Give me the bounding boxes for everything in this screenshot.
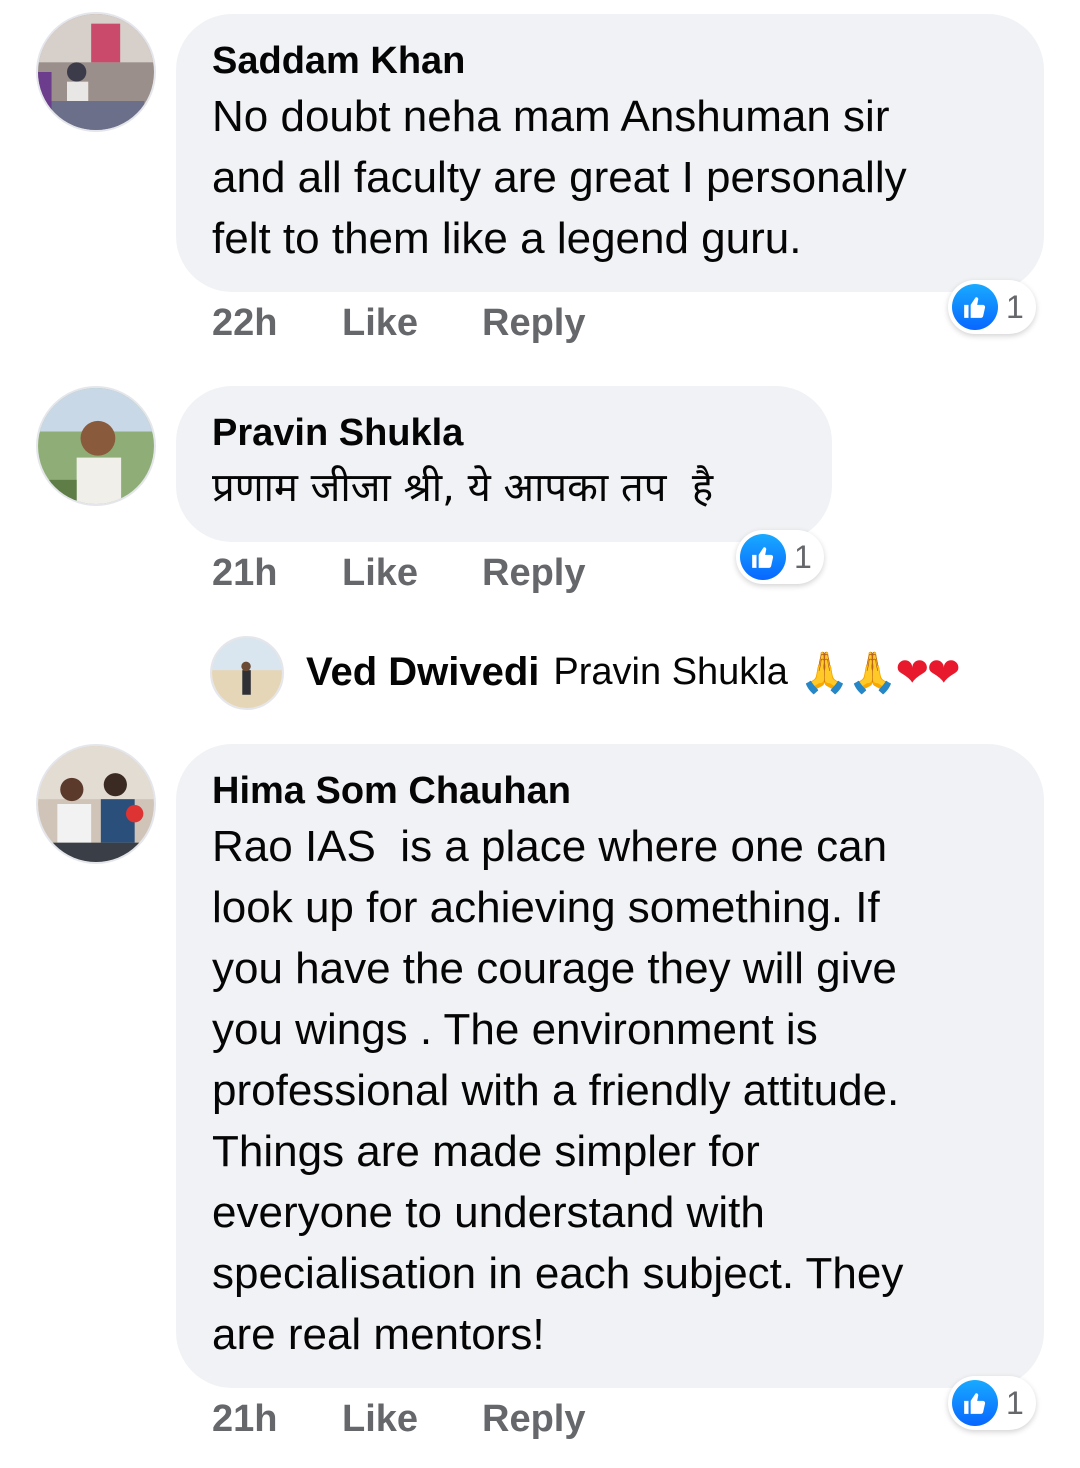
folded-hands-icon: 🙏 (799, 649, 850, 696)
reply-emojis: 🙏🙏❤❤ (799, 649, 961, 696)
comment-text: Rao IAS is a place where one can look up… (212, 822, 904, 1359)
comment-timestamp[interactable]: 21h (212, 1394, 342, 1444)
like-button[interactable]: Like (342, 1394, 482, 1444)
reaction-count: 1 (1006, 1384, 1024, 1421)
reaction-summary[interactable]: 1 (736, 530, 824, 584)
reply-preview[interactable]: Ved Dwivedi Pravin Shukla 🙏🙏❤❤ (306, 646, 961, 698)
reply-button[interactable]: Reply (482, 298, 585, 348)
comment-bubble: Saddam Khan No doubt neha mam Anshuman s… (176, 14, 1044, 292)
comment-actions: 22h Like Reply (212, 298, 585, 348)
avatar-hima-som-chauhan[interactable] (36, 744, 156, 864)
comment-author[interactable]: Saddam Khan (212, 36, 1008, 86)
reply-mention[interactable]: Pravin Shukla (553, 651, 787, 694)
avatar-ved-dwivedi[interactable] (210, 636, 284, 710)
like-button[interactable]: Like (342, 298, 482, 348)
reply-author[interactable]: Ved Dwivedi (306, 650, 539, 695)
comment-text: प्रणाम जीजा श्री, ये आपका तप है (212, 465, 714, 511)
comment-bubble: Pravin Shukla प्रणाम जीजा श्री, ये आपका … (176, 386, 832, 542)
comment-actions: 21h Like Reply (212, 1394, 585, 1444)
thumbs-up-icon (740, 534, 786, 580)
reaction-summary[interactable]: 1 (948, 1376, 1036, 1430)
thumbs-up-icon (952, 284, 998, 330)
like-button[interactable]: Like (342, 548, 482, 598)
comment-actions: 21h Like Reply (212, 548, 585, 598)
avatar-pravin-shukla[interactable] (36, 386, 156, 506)
reply-button[interactable]: Reply (482, 1394, 585, 1444)
reaction-summary[interactable]: 1 (948, 280, 1036, 334)
reaction-count: 1 (1006, 288, 1024, 325)
thumbs-up-icon (952, 1380, 998, 1426)
heart-icon: ❤ (895, 649, 929, 696)
avatar-saddam-khan[interactable] (36, 12, 156, 132)
comment-text: No doubt neha mam Anshuman sir and all f… (212, 92, 907, 263)
heart-icon: ❤ (927, 649, 960, 696)
reaction-count: 1 (794, 538, 812, 575)
comment-bubble: Hima Som Chauhan Rao IAS is a place wher… (176, 744, 1044, 1388)
folded-hands-icon: 🙏 (847, 649, 898, 696)
comment-timestamp[interactable]: 22h (212, 298, 342, 348)
reply-button[interactable]: Reply (482, 548, 585, 598)
comment-timestamp[interactable]: 21h (212, 548, 342, 598)
comment-author[interactable]: Pravin Shukla (212, 408, 796, 458)
comment-author[interactable]: Hima Som Chauhan (212, 766, 1008, 816)
